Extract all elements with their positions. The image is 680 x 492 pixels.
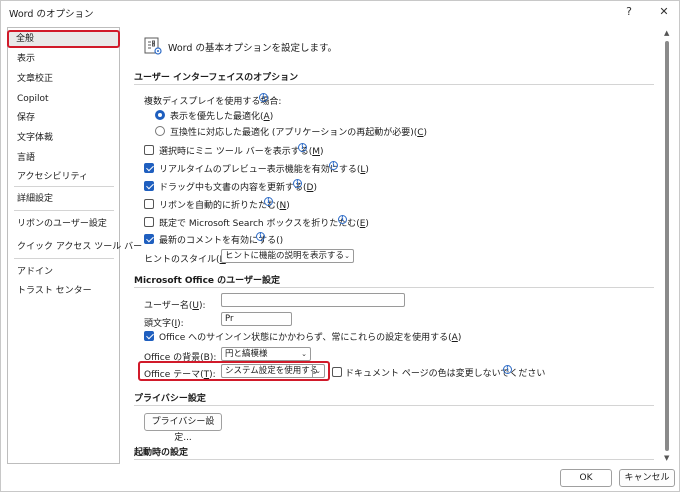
hint-style-dropdown[interactable]: ヒントに機能の説明を表示する ⌄: [221, 249, 354, 263]
sidebar-divider: [14, 210, 114, 211]
background-dropdown[interactable]: 円と縞模様 ⌄: [221, 347, 311, 361]
sidebar-item-copilot[interactable]: Copilot: [8, 90, 119, 108]
initials-label: 頭文字(I):: [144, 319, 184, 329]
section-divider: [134, 84, 654, 85]
checkbox-collapse-search[interactable]: [144, 217, 154, 227]
radio-optimize-display-label[interactable]: 表示を優先した最適化(A): [170, 109, 273, 122]
radio-compat-label[interactable]: 互換性に対応した最適化 (アプリケーションの再起動が必要)(C): [170, 125, 427, 138]
checkbox-update-drag[interactable]: [144, 181, 154, 191]
radio-optimize-display[interactable]: [155, 110, 165, 120]
info-icon[interactable]: i: [256, 232, 265, 241]
section-title-office: Microsoft Office のユーザー設定: [134, 276, 280, 286]
section-title-startup: 起動時の設定: [134, 448, 189, 458]
section-title-privacy: プライバシー設定: [134, 394, 206, 404]
sidebar-item-advanced[interactable]: 詳細設定: [8, 190, 119, 208]
title-bar: Word のオプション ? ✕: [1, 1, 679, 23]
section-divider: [134, 405, 654, 406]
initials-input[interactable]: Pr: [221, 312, 292, 326]
sidebar-item-display[interactable]: 表示: [8, 50, 119, 68]
always-use-label[interactable]: Office へのサインイン状態にかかわらず、常にこれらの設定を使用する(A): [159, 330, 461, 343]
info-icon[interactable]: i: [264, 197, 273, 206]
general-options-icon: [143, 36, 163, 59]
no-change-page-color-label[interactable]: ドキュメント ページの色は変更しないでください: [345, 366, 545, 379]
theme-dropdown[interactable]: システム設定を使用する ⌄: [221, 364, 325, 378]
sidebar-item-save[interactable]: 保存: [8, 109, 119, 127]
scroll-up-icon[interactable]: ▲: [664, 29, 669, 37]
info-icon[interactable]: i: [338, 215, 347, 224]
section-title-ui: ユーザー インターフェイスのオプション: [134, 73, 299, 83]
info-icon[interactable]: i: [259, 93, 268, 102]
header-text: Word の基本オプションを設定します。: [168, 43, 337, 54]
window-title: Word のオプション: [9, 9, 94, 20]
info-icon[interactable]: i: [298, 143, 307, 152]
chevron-down-icon: ⌄: [312, 365, 321, 377]
info-icon[interactable]: i: [329, 161, 338, 170]
sidebar-item-quick-access-toolbar[interactable]: クイック アクセス ツール バー: [8, 238, 142, 256]
sidebar-item-general[interactable]: 全般: [7, 30, 120, 48]
section-divider: [134, 459, 654, 460]
sidebar-item-accessibility[interactable]: アクセシビリティ: [8, 168, 119, 186]
theme-label: Office テーマ(T):: [144, 370, 216, 380]
hint-style-label: ヒントのスタイル(R):: [144, 255, 232, 265]
username-input[interactable]: [221, 293, 405, 307]
main-panel: Word の基本オプションを設定します。 ユーザー インターフェイスのオプション…: [125, 27, 661, 464]
sidebar: 全般 表示 文章校正 Copilot 保存 文字体裁 言語 アクセシビリティ 詳…: [7, 27, 142, 464]
sidebar-item-addins[interactable]: アドイン: [8, 263, 119, 281]
info-icon[interactable]: i: [293, 179, 302, 188]
checkbox-mini-toolbar[interactable]: [144, 145, 154, 155]
info-icon[interactable]: i: [503, 365, 512, 374]
close-button[interactable]: ✕: [656, 4, 672, 20]
scroll-down-icon[interactable]: ▼: [664, 454, 669, 462]
scrollbar-thumb[interactable]: [665, 41, 669, 451]
checkbox-live-preview[interactable]: [144, 163, 154, 173]
sidebar-item-customize-ribbon[interactable]: リボンのユーザー設定: [8, 215, 119, 233]
help-button[interactable]: ?: [621, 4, 637, 20]
checkbox-collapse-ribbon[interactable]: [144, 199, 154, 209]
cancel-button[interactable]: キャンセル: [619, 469, 675, 487]
sidebar-item-language[interactable]: 言語: [8, 149, 119, 167]
chevron-down-icon: ⌄: [344, 252, 350, 260]
sidebar-item-typography[interactable]: 文字体裁: [8, 129, 119, 147]
sidebar-divider: [14, 258, 114, 259]
sidebar-item-proofing[interactable]: 文章校正: [8, 70, 119, 88]
options-dialog: Word のオプション ? ✕ 全般 表示 文章校正 Copilot 保存 文字…: [0, 0, 680, 492]
checkbox-no-change-page-color[interactable]: [332, 367, 342, 377]
checkbox-always-use[interactable]: [144, 331, 154, 341]
sidebar-item-trust-center[interactable]: トラスト センター: [8, 282, 119, 300]
section-divider: [134, 287, 654, 288]
username-label: ユーザー名(U):: [144, 301, 206, 311]
chevron-down-icon: ⌄: [301, 350, 307, 358]
ok-button[interactable]: OK: [560, 469, 612, 487]
sidebar-divider: [14, 186, 114, 187]
privacy-settings-button[interactable]: プライバシー設定...: [144, 413, 222, 443]
checkbox-modern-comments[interactable]: [144, 234, 154, 244]
radio-compat[interactable]: [155, 126, 165, 136]
